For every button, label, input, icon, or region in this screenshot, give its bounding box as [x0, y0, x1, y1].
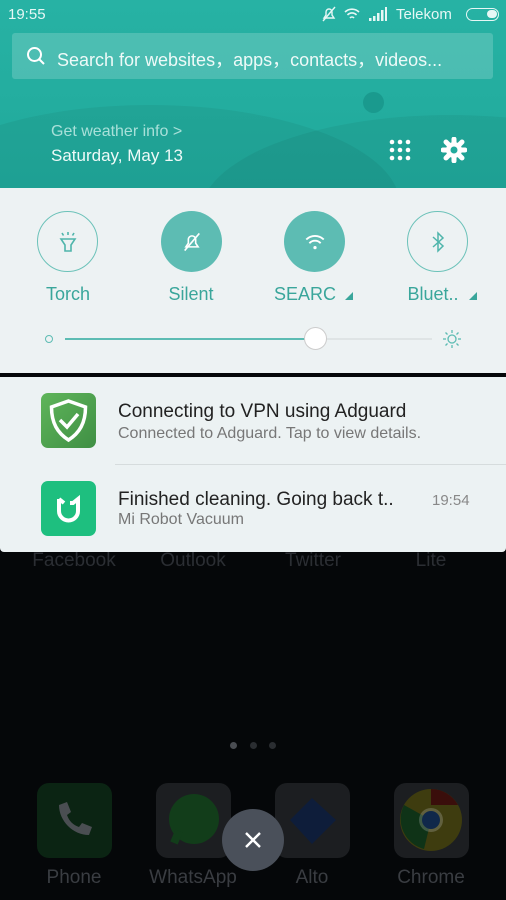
- dock-label: Alto: [295, 867, 329, 888]
- mi-home-icon: [57, 494, 80, 523]
- silent-icon: [183, 232, 200, 251]
- date-label: Saturday, May 13: [51, 146, 183, 165]
- home-label: Outlook: [160, 550, 226, 571]
- search-icon: [27, 47, 45, 65]
- home-label: Twitter: [285, 550, 341, 571]
- bluetooth-icon: [431, 230, 444, 253]
- close-icon: [245, 832, 261, 848]
- adguard-app-icon: [41, 393, 96, 448]
- shield-check-icon: [49, 399, 88, 443]
- search-placeholder: Search for websites，apps，contacts，videos…: [57, 50, 443, 70]
- chrome-icon: [400, 789, 462, 851]
- silent-icon: [322, 6, 336, 22]
- dock-chrome[interactable]: [394, 783, 469, 858]
- torch-icon: [59, 231, 76, 252]
- brightness-slider[interactable]: [65, 327, 432, 350]
- notification-list: Connecting to VPN using Adguard Connecte…: [0, 377, 506, 552]
- dock-label: WhatsApp: [149, 867, 237, 888]
- dock-alto[interactable]: [275, 783, 350, 858]
- wifi-icon: [344, 8, 360, 19]
- torch-toggle[interactable]: [37, 211, 98, 272]
- brightness-thumb[interactable]: [303, 327, 327, 350]
- whatsapp-icon: [169, 794, 219, 845]
- close-shade-button[interactable]: [222, 809, 284, 871]
- weather-link[interactable]: Get weather info >: [51, 123, 182, 141]
- signal-icon: [369, 7, 387, 21]
- silent-label: Silent: [168, 284, 214, 304]
- brightness-high-icon: [443, 330, 461, 348]
- carrier-name: Telekom: [396, 6, 452, 23]
- alto-icon: [290, 798, 336, 844]
- dock-phone[interactable]: [37, 783, 112, 858]
- notification-time: 19:54: [432, 492, 470, 509]
- notification-text: Connected to Adguard. Tap to view detail…: [118, 425, 422, 442]
- search-input[interactable]: Search for websites，apps，contacts，videos…: [12, 33, 493, 79]
- apps-grid-icon[interactable]: [389, 139, 411, 161]
- notification-title: Connecting to VPN using Adguard: [118, 401, 407, 422]
- bluetooth-toggle[interactable]: [407, 211, 468, 272]
- page-indicator-dot: [230, 742, 237, 749]
- home-label: Facebook: [32, 550, 116, 571]
- mi-home-app-icon: [41, 481, 96, 536]
- brightness-fill: [65, 338, 315, 340]
- dock-label: Chrome: [397, 867, 465, 888]
- bluetooth-expand-icon[interactable]: [469, 292, 477, 300]
- page-indicator-dot: [250, 742, 257, 749]
- torch-label: Torch: [45, 284, 90, 304]
- wifi-label: SEARC: [273, 284, 336, 304]
- wifi-icon: [305, 234, 324, 249]
- notification-text: Mi Robot Vacuum: [118, 511, 244, 528]
- brightness-low-icon: [45, 335, 53, 343]
- home-label: Lite: [415, 550, 447, 571]
- battery-icon: [466, 8, 499, 21]
- notification-title: Finished cleaning. Going back t..: [118, 489, 394, 510]
- weather-decoration-icon: [363, 92, 384, 113]
- settings-gear-icon[interactable]: [441, 137, 467, 163]
- phone-icon: [59, 802, 92, 835]
- dock-label: Phone: [46, 867, 102, 888]
- notification-adguard[interactable]: Connecting to VPN using Adguard Connecte…: [0, 377, 506, 464]
- clock: 19:55: [8, 6, 46, 23]
- notification-mi-robot[interactable]: Finished cleaning. Going back t.. Mi Rob…: [0, 465, 506, 552]
- silent-toggle[interactable]: [161, 211, 222, 272]
- dock-whatsapp[interactable]: [156, 783, 231, 858]
- page-indicator-dot: [269, 742, 276, 749]
- wifi-expand-icon[interactable]: [345, 292, 353, 300]
- wifi-toggle[interactable]: [284, 211, 345, 272]
